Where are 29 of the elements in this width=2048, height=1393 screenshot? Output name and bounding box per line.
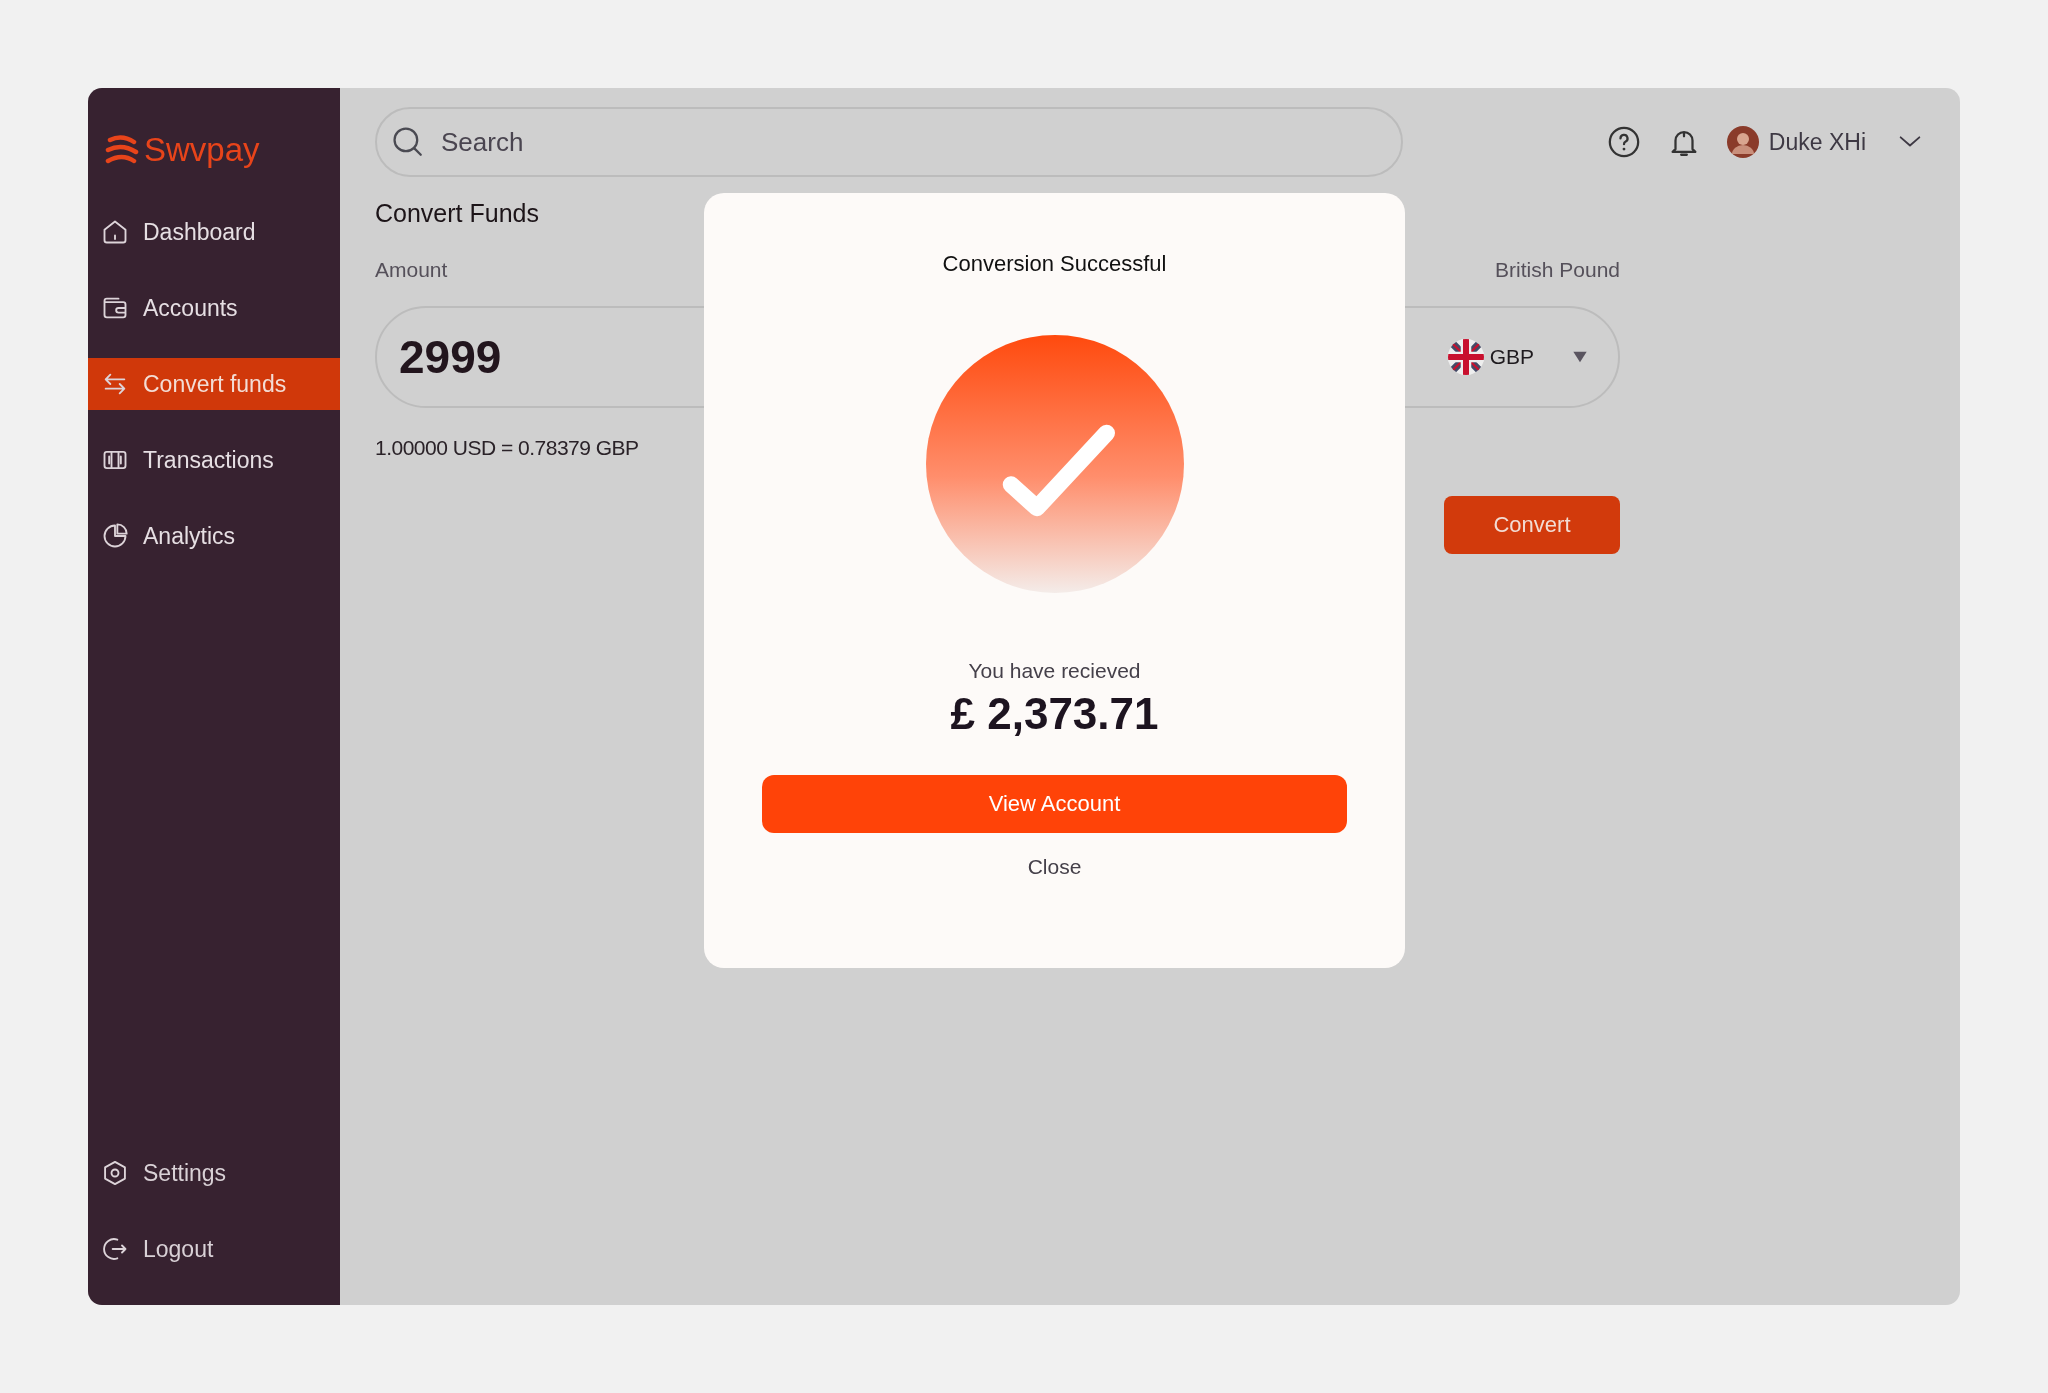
convert-button[interactable]: Convert xyxy=(1444,496,1620,554)
close-button[interactable]: Close xyxy=(1017,851,1092,883)
checkmark-icon xyxy=(925,335,1184,593)
page-title: Convert Funds xyxy=(375,199,540,228)
user-name[interactable]: Duke XHi xyxy=(1768,128,1866,156)
field-label: Amount xyxy=(375,258,449,283)
nav-item[interactable]: Analytics xyxy=(88,510,340,562)
nav-item[interactable]: Convert funds xyxy=(88,358,340,410)
settings-icon xyxy=(101,1159,129,1187)
home-icon xyxy=(101,218,129,246)
flag-icon xyxy=(1447,339,1484,375)
field-label: British Pound xyxy=(1495,258,1620,283)
nav-item[interactable]: Transactions xyxy=(88,434,340,486)
exchange-rate: 1.00000 USD = 0.78379 GBP xyxy=(375,436,640,460)
search-field[interactable]: Search xyxy=(375,107,1403,177)
dialog-message: You have recieved xyxy=(968,659,1141,683)
dialog-title: Conversion Successful xyxy=(942,251,1167,277)
nav-item[interactable]: Logout xyxy=(88,1223,340,1275)
caret-icon xyxy=(1572,350,1588,364)
help-icon[interactable] xyxy=(1606,125,1641,159)
pie-chart-icon xyxy=(101,522,129,550)
nav-item[interactable]: Settings xyxy=(88,1147,340,1199)
logo-text: Swvpay xyxy=(144,131,260,169)
nav-item[interactable]: Dashboard xyxy=(88,206,340,258)
received-amount: £ 2,373.71 xyxy=(950,689,1159,739)
nav-item[interactable]: Accounts xyxy=(88,282,340,334)
avatar-icon[interactable] xyxy=(1726,126,1759,158)
search-icon xyxy=(391,125,425,159)
logout-icon xyxy=(101,1235,129,1263)
